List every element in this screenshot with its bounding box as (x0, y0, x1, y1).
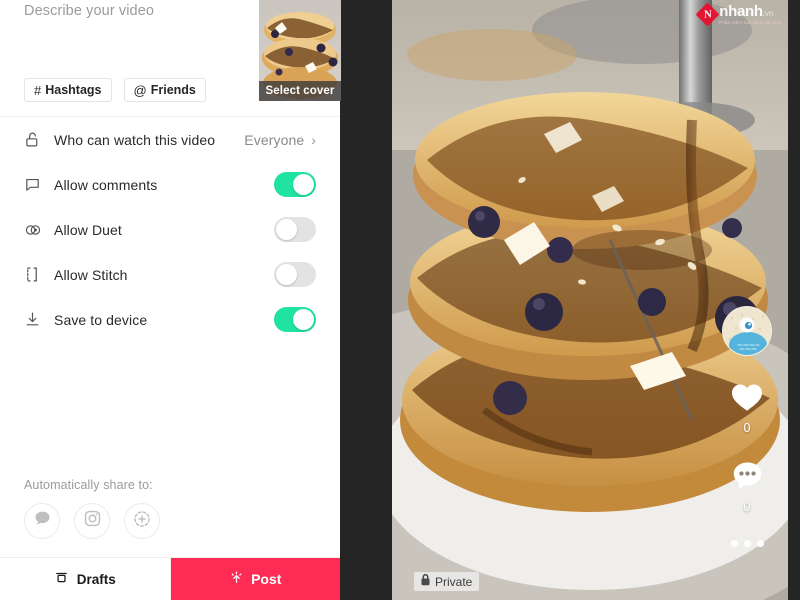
lock-icon (420, 574, 431, 589)
more-options-icon[interactable] (730, 540, 764, 547)
setting-label-allow-duet: Allow Duet (54, 221, 122, 238)
post-button[interactable]: Post (170, 558, 340, 600)
watermark-tagline: Phần mềm bán hàng đa kênh (719, 20, 782, 25)
unlock-icon (24, 131, 54, 148)
watermark-nhanh-vn: N nhanh.vn Phần mềm bán hàng đa kênh (695, 2, 782, 27)
setting-row-allow-comments[interactable]: Allow comments (24, 162, 316, 207)
toggle-save-to-device[interactable] (274, 307, 316, 332)
toggle-allow-duet[interactable] (274, 217, 316, 242)
comment-count: 0 (743, 500, 751, 514)
setting-label-allow-comments: Allow comments (54, 176, 158, 193)
settings-list: Who can watch this video Everyone › Allo… (0, 117, 340, 342)
chevron-right-icon: › (311, 131, 316, 148)
auto-share-section: Automatically share to: (0, 478, 340, 539)
video-preview-panel[interactable]: N nhanh.vn Phần mềm bán hàng đa kênh 0 0… (392, 0, 788, 600)
drafts-label: Drafts (76, 571, 116, 587)
at-icon: @ (133, 82, 147, 98)
like-action[interactable]: 0 (729, 380, 765, 435)
comment-icon (24, 176, 54, 193)
share-target-instagram[interactable] (74, 503, 110, 539)
select-cover-label: Select cover (259, 81, 341, 101)
comment-bubble-icon (730, 459, 765, 497)
drafts-icon (54, 570, 69, 588)
status-badge: Private (414, 572, 480, 591)
video-action-rail: 0 0 (720, 306, 774, 547)
describe-section: Describe your video # Hashtags @ Friends (0, 0, 341, 116)
watermark-tld: .vn (762, 9, 774, 18)
setting-value-who-can-watch[interactable]: Everyone › (244, 132, 316, 148)
watermark-text: nhanh.vn Phần mềm bán hàng đa kênh (719, 4, 782, 26)
share-target-messages[interactable] (24, 503, 60, 539)
duet-icon (24, 221, 54, 239)
setting-label-who-can-watch: Who can watch this video (54, 131, 216, 148)
toggle-allow-comments[interactable] (274, 172, 316, 197)
avatar[interactable] (722, 306, 772, 356)
avatar-image (723, 307, 771, 355)
share-target-add-more[interactable] (124, 503, 160, 539)
setting-row-allow-stitch[interactable]: Allow Stitch (24, 252, 316, 297)
setting-row-save-to-device[interactable]: Save to device (24, 297, 316, 342)
privacy-label: Private (435, 574, 473, 589)
download-icon (24, 311, 54, 328)
friends-label: Friends (150, 83, 196, 97)
heart-icon (729, 380, 765, 418)
nhanh-logo-icon: N (695, 2, 720, 27)
app-screen: Describe your video # Hashtags @ Friends (0, 0, 800, 600)
hashtags-button[interactable]: # Hashtags (24, 78, 112, 102)
setting-row-who-can-watch[interactable]: Who can watch this video Everyone › (24, 117, 316, 162)
setting-label-save-to-device: Save to device (54, 311, 148, 328)
comment-action[interactable]: 0 (730, 459, 765, 514)
add-more-icon (132, 509, 152, 534)
drafts-button[interactable]: Drafts (0, 558, 171, 600)
nhanh-logo-letter: N (703, 7, 712, 20)
post-icon (229, 570, 244, 588)
friends-button[interactable]: @ Friends (123, 78, 206, 102)
setting-label-allow-stitch: Allow Stitch (54, 266, 128, 283)
tag-chip-row: # Hashtags @ Friends (24, 78, 206, 102)
hashtags-label: Hashtags (45, 83, 102, 97)
setting-row-allow-duet[interactable]: Allow Duet (24, 207, 316, 252)
like-count: 0 (743, 421, 751, 435)
message-bubble-icon (32, 508, 53, 534)
instagram-icon (83, 509, 102, 533)
post-label: Post (251, 571, 282, 587)
hashtag-icon: # (34, 82, 42, 98)
stitch-icon (24, 266, 54, 283)
auto-share-title: Automatically share to: (24, 478, 153, 492)
post-editor-panel: Describe your video # Hashtags @ Friends (0, 0, 341, 600)
describe-input[interactable]: Describe your video (24, 3, 154, 19)
toggle-allow-stitch[interactable] (274, 262, 316, 287)
select-cover-thumbnail[interactable]: Select cover (259, 0, 341, 101)
editor-action-bar: Drafts Post (0, 557, 340, 600)
flex-spacer (0, 342, 340, 478)
auto-share-icon-row (24, 503, 316, 539)
who-can-watch-value: Everyone (244, 131, 305, 148)
watermark-brand: nhanh.vn (719, 3, 774, 20)
